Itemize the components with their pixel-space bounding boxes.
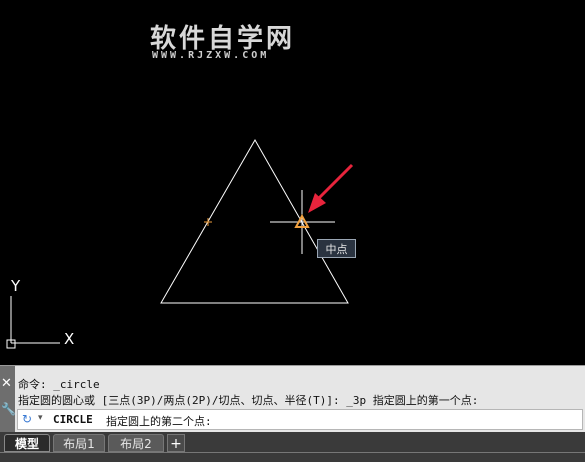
- command-prompt-icon[interactable]: ↻: [22, 412, 32, 426]
- command-line-sidebar: ✕ 🔧: [0, 366, 16, 432]
- red-arrow: [308, 163, 354, 213]
- command-history-line-1: 命令: _circle: [18, 378, 100, 391]
- layout-tabs: 模型 布局1 布局2 +: [0, 432, 585, 462]
- ucs-y-label: Y: [11, 277, 21, 295]
- drawing-canvas[interactable]: 软件自学网 WWW.RJZXW.COM 中点 Y X: [0, 0, 585, 365]
- command-history-line-2: 指定圆的圆心或 [三点(3P)/两点(2P)/切点、切点、半径(T)]: _3p…: [18, 394, 479, 407]
- midpoint-marker-left: [204, 218, 212, 226]
- ucs-icon: [6, 296, 60, 349]
- current-command-name: CIRCLE: [53, 413, 93, 426]
- current-command-prompt: 指定圆上的第二个点:: [106, 415, 212, 428]
- command-input[interactable]: ↻ ▾ CIRCLE 指定圆上的第二个点:: [17, 409, 583, 430]
- close-icon[interactable]: ✕: [1, 377, 12, 390]
- tab-layout1[interactable]: 布局1: [53, 434, 105, 452]
- command-line-panel: ✕ 🔧 命令: _circle 指定圆的圆心或 [三点(3P)/两点(2P)/切…: [0, 365, 585, 432]
- tab-layout2[interactable]: 布局2: [108, 434, 164, 452]
- add-layout-icon[interactable]: +: [167, 434, 185, 452]
- drawing-svg: [6, 138, 354, 349]
- ucs-x-label: X: [64, 330, 75, 348]
- tab-model[interactable]: 模型: [4, 434, 50, 452]
- chevron-down-icon[interactable]: ▾: [38, 413, 43, 423]
- osnap-tooltip: 中点: [317, 239, 356, 258]
- customize-wrench-icon[interactable]: 🔧: [1, 403, 16, 415]
